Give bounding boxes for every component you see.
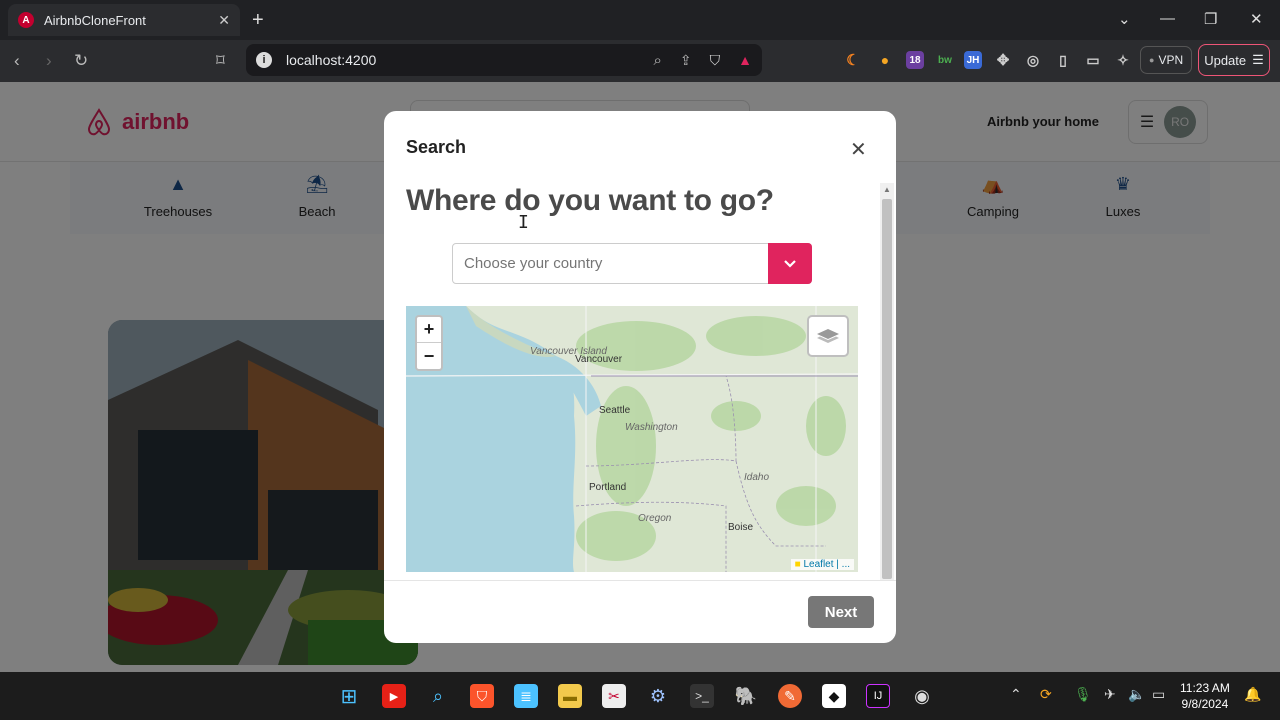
search-icon[interactable]: ⌕ xyxy=(426,684,450,708)
map-label: Portland xyxy=(589,482,627,493)
browser-tab[interactable]: A AirbnbCloneFront ✕ xyxy=(8,4,240,36)
extensions-puzzle-icon[interactable]: ✥ xyxy=(994,51,1012,69)
notification-bell-icon[interactable]: 🔔 xyxy=(1244,686,1261,703)
extension-moon-icon[interactable]: ☾ xyxy=(844,51,862,69)
clock-date: 9/8/2024 xyxy=(1181,697,1229,711)
map-label: Oregon xyxy=(638,513,672,524)
map-tiles xyxy=(406,306,858,572)
tray-chevron-up-icon[interactable]: ⌃ xyxy=(1010,686,1022,703)
youtube-icon[interactable]: ▶ xyxy=(382,684,406,708)
window-close-icon[interactable]: ✕ xyxy=(1250,10,1263,28)
text-cursor-icon: I xyxy=(518,212,529,233)
map-zoom-control: + − xyxy=(415,315,443,371)
zoom-in-button[interactable]: + xyxy=(417,317,441,343)
back-icon[interactable]: ‹ xyxy=(14,51,20,71)
site-info-icon[interactable]: i xyxy=(256,52,272,68)
brave-rewards-icon[interactable]: ▲ xyxy=(738,52,752,68)
menu-hamburger-icon: ☰ xyxy=(1252,52,1264,67)
tab-search-chevron-icon[interactable]: ⌄ xyxy=(1118,10,1131,28)
zoom-out-button[interactable]: − xyxy=(417,343,441,369)
map-attribution[interactable]: ■ Leaflet | ... xyxy=(790,559,854,570)
battery-icon[interactable]: ▭ xyxy=(1152,686,1165,703)
country-dropdown-button[interactable] xyxy=(768,243,812,284)
obs-icon[interactable]: ◉ xyxy=(910,684,934,708)
wallet-icon[interactable]: ▭ xyxy=(1084,51,1102,69)
vpn-button[interactable]: ● VPN xyxy=(1140,46,1193,74)
map-label: Vancouver xyxy=(575,354,623,365)
next-button[interactable]: Next xyxy=(808,596,874,628)
modal-footer-divider xyxy=(384,580,896,581)
scrollbar-thumb[interactable] xyxy=(882,199,892,579)
windows-taskbar: ⊞ ▶ ⌕ ⛉ ≣ ▬ ✂ ⚙ >_ 🐘 ✎ ◆ IJ ◉ ⌃ ⟳ 🎙 ✈ 🔈 … xyxy=(0,672,1280,720)
chevron-down-icon xyxy=(784,259,796,268)
ukraine-flag-icon: ■ xyxy=(794,559,801,570)
modal-title: Search xyxy=(406,137,467,157)
terminal-icon[interactable]: >_ xyxy=(690,684,714,708)
volume-icon[interactable]: 🔈 xyxy=(1128,686,1145,703)
zoom-icon[interactable]: ⌕ xyxy=(654,52,662,69)
windows-start-icon[interactable]: ⊞ xyxy=(337,684,361,708)
system-clock[interactable]: 11:23 AM 9/8/2024 xyxy=(1180,680,1230,712)
map-label: Washington xyxy=(625,422,678,433)
map-view[interactable]: Vancouver Island Vancouver Seattle Washi… xyxy=(406,306,858,572)
country-select[interactable] xyxy=(452,243,812,284)
notepad-icon[interactable]: ≣ xyxy=(514,684,538,708)
intellij-icon[interactable]: IJ xyxy=(866,684,890,708)
new-tab-button[interactable]: + xyxy=(252,9,264,32)
map-layers-button[interactable] xyxy=(807,315,849,357)
postgresql-icon[interactable]: 🐘 xyxy=(734,684,758,708)
extension-badge-count: 18 xyxy=(909,54,921,66)
tab-title: AirbnbCloneFront xyxy=(44,12,146,28)
tab-close-icon[interactable]: ✕ xyxy=(218,12,230,29)
extension-jh-icon[interactable]: JH xyxy=(964,51,982,69)
map-label: Idaho xyxy=(744,472,770,483)
browser-toolbar: ‹ › ↻ ⌑ i localhost:4200 ⌕ ⇪ ⛉ ▲ ☾ ● 18 … xyxy=(0,40,1280,82)
clock-time: 11:23 AM xyxy=(1180,681,1230,695)
address-bar[interactable]: i localhost:4200 ⌕ ⇪ ⛉ ▲ xyxy=(246,44,762,76)
extension-drop-icon[interactable]: ● xyxy=(876,51,894,69)
extension-sync-icon[interactable]: ◎ xyxy=(1024,51,1042,69)
unity-icon[interactable]: ◆ xyxy=(822,684,846,708)
leo-ai-icon[interactable]: ✧ xyxy=(1114,51,1132,69)
scroll-up-icon[interactable]: ▲ xyxy=(883,185,891,194)
layers-icon xyxy=(817,329,839,343)
airplane-mode-icon[interactable]: ✈ xyxy=(1104,686,1116,703)
map-label: Seattle xyxy=(599,405,631,416)
close-icon[interactable]: ✕ xyxy=(850,137,867,162)
country-input[interactable] xyxy=(453,255,768,272)
minimize-icon[interactable]: — xyxy=(1160,10,1175,27)
vpn-label: VPN xyxy=(1158,53,1184,67)
microphone-icon[interactable]: 🎙 xyxy=(1074,686,1092,703)
forward-icon[interactable]: › xyxy=(46,51,52,71)
file-explorer-icon[interactable]: ▬ xyxy=(558,684,582,708)
search-modal: Search ✕ Where do you want to go? Choose… xyxy=(384,111,896,643)
vpn-status-icon: ● xyxy=(1149,55,1155,65)
url-text: localhost:4200 xyxy=(286,52,377,68)
modal-heading: Where do you want to go? xyxy=(406,184,774,217)
update-button[interactable]: Update ☰ xyxy=(1198,44,1270,76)
attribution-text: Leaflet | ... xyxy=(803,559,850,570)
modal-scrollbar[interactable]: ▲ xyxy=(880,183,894,581)
bookmark-icon[interactable]: ⌑ xyxy=(216,51,225,71)
map-label: Boise xyxy=(728,522,754,533)
sidebar-toggle-icon[interactable]: ▯ xyxy=(1054,51,1072,69)
restore-icon[interactable]: ❐ xyxy=(1204,10,1217,28)
settings-gear-icon[interactable]: ⚙ xyxy=(646,684,670,708)
reload-icon[interactable]: ↻ xyxy=(74,51,88,71)
tray-sync-icon[interactable]: ⟳ xyxy=(1040,686,1052,703)
postman-icon[interactable]: ✎ xyxy=(778,684,802,708)
extension-bw-icon[interactable]: bw xyxy=(934,51,956,69)
brave-browser-icon[interactable]: ⛉ xyxy=(470,684,494,708)
extension-badge-icon[interactable]: 18 xyxy=(906,51,924,69)
browser-tab-strip: A AirbnbCloneFront ✕ + ⌄ — ❐ ✕ xyxy=(0,0,1280,40)
brave-shield-icon[interactable]: ⛉ xyxy=(710,52,721,69)
share-icon[interactable]: ⇪ xyxy=(680,52,692,69)
angular-favicon-icon: A xyxy=(18,12,34,28)
snipping-tool-icon[interactable]: ✂ xyxy=(602,684,626,708)
update-label: Update xyxy=(1204,52,1247,68)
